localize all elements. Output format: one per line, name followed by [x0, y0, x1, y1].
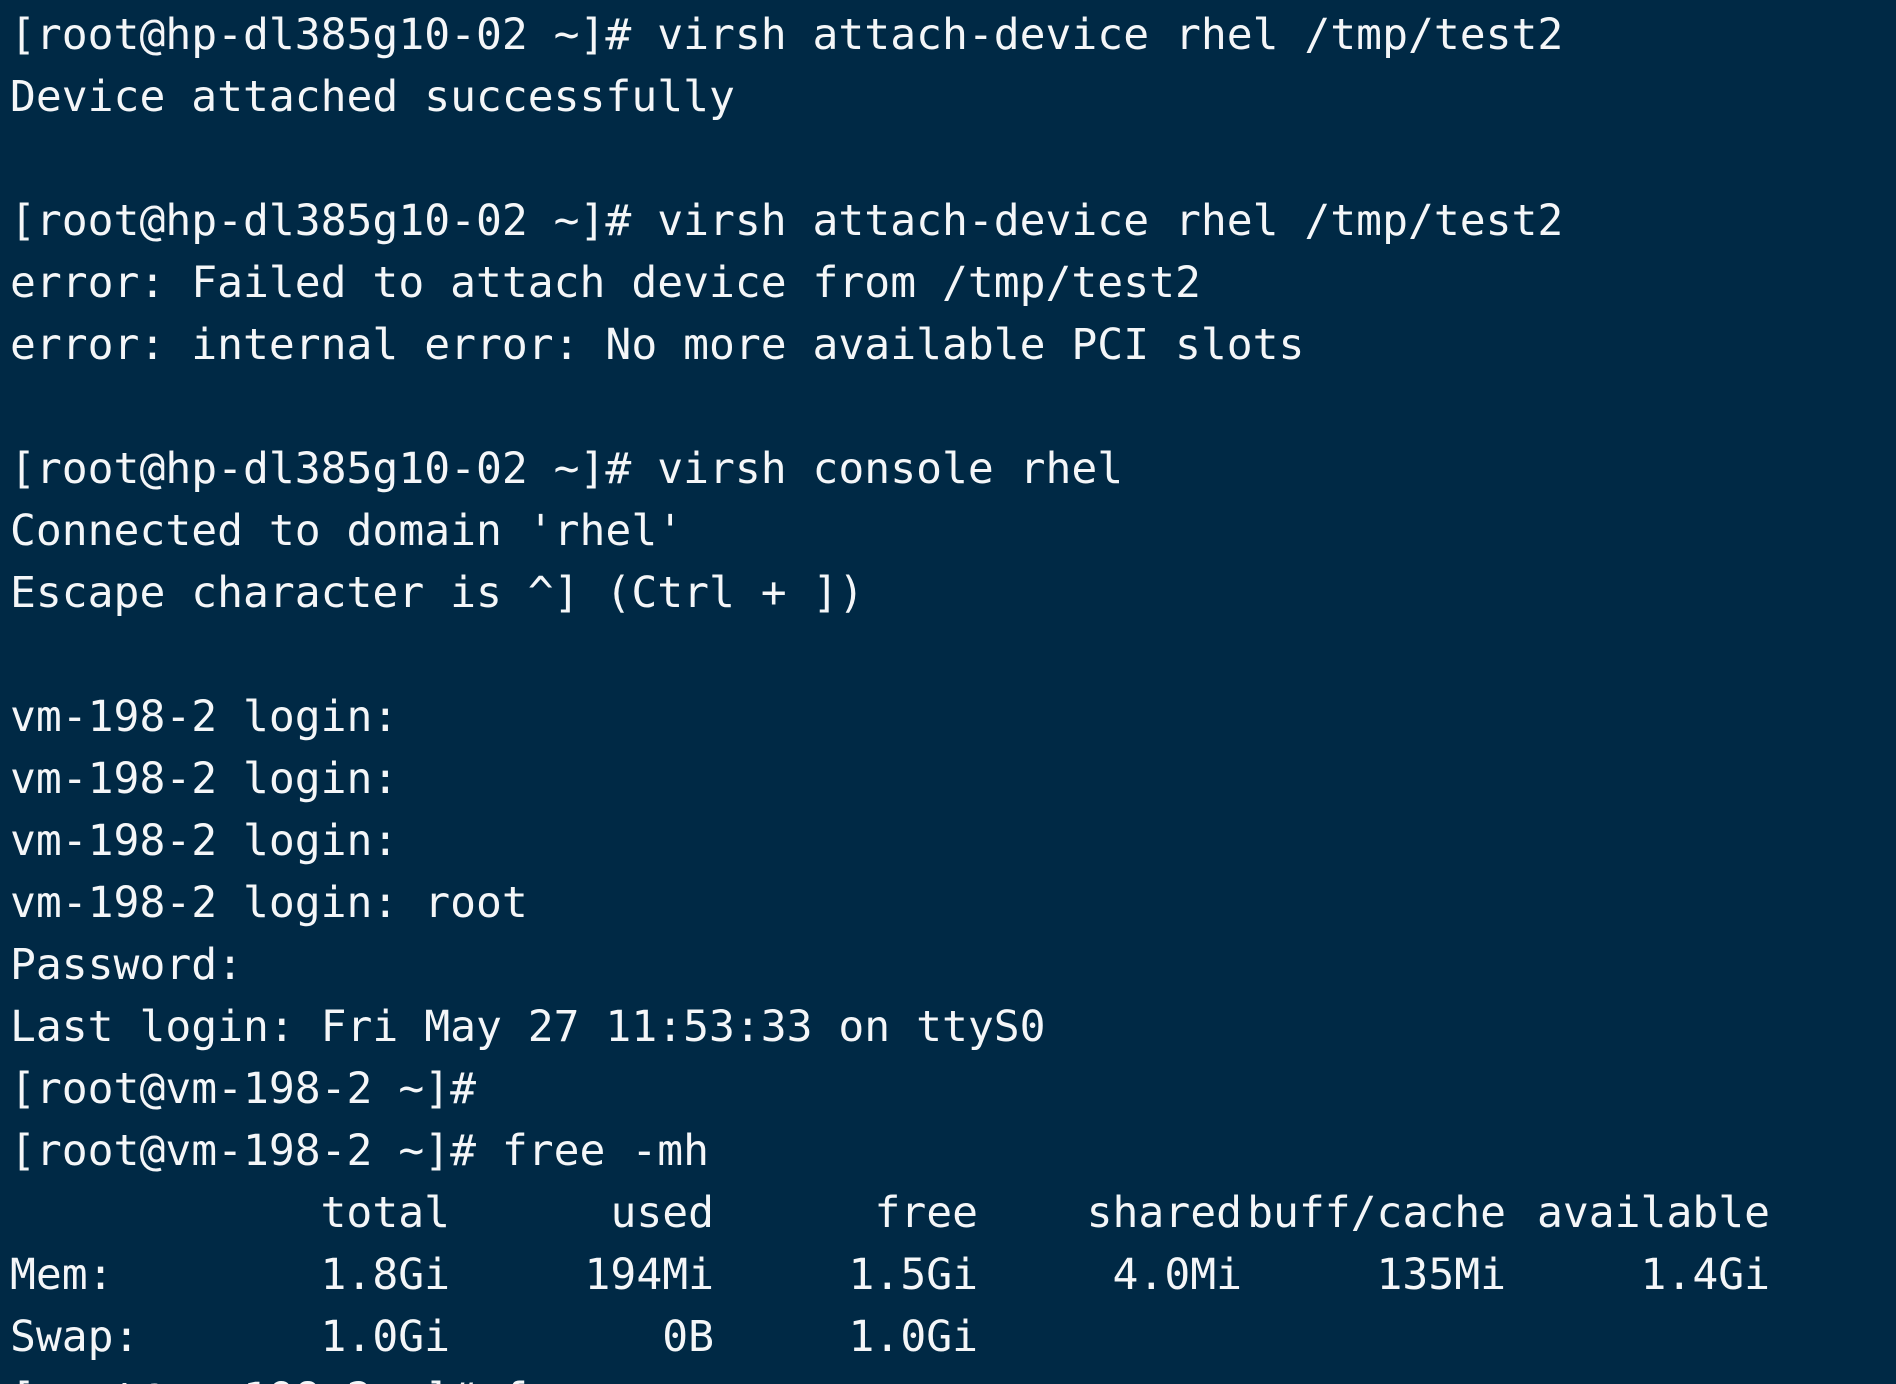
terminal-line: vm-198-2 login: — [10, 692, 399, 742]
free-header-free: free — [874, 1188, 978, 1238]
free-mem-available: 1.4Gi — [1640, 1250, 1770, 1300]
free-row-swap-label: Swap: — [10, 1312, 140, 1362]
free-header-shared: shared — [1086, 1188, 1242, 1238]
free-swap-free: 1.0Gi — [848, 1312, 978, 1362]
terminal-line: [root@hp-dl385g10-02 ~]# virsh console r… — [10, 444, 1124, 494]
free-mem-used: 194Mi — [584, 1250, 714, 1300]
terminal-line: [root@hp-dl385g10-02 ~]# virsh attach-de… — [10, 10, 1564, 60]
free-mem-buff-cache: 135Mi — [1376, 1250, 1506, 1300]
free-mem-free: 1.5Gi — [848, 1250, 978, 1300]
terminal-window[interactable]: [root@hp-dl385g10-02 ~]# virsh attach-de… — [0, 0, 1896, 1384]
terminal-line: vm-198-2 login: root — [10, 878, 528, 928]
free-header-buff-cache: buff/cache — [1247, 1188, 1506, 1238]
terminal-line: [root@vm-198-2 ~]# — [10, 1064, 476, 1114]
terminal-line: Device attached successfully — [10, 72, 735, 122]
terminal-line: Escape character is ^] (Ctrl + ]) — [10, 568, 865, 618]
free-mem-total: 1.8Gi — [320, 1250, 450, 1300]
free-mem-shared: 4.0Mi — [1112, 1250, 1242, 1300]
terminal-line: vm-198-2 login: — [10, 754, 399, 804]
terminal-line: error: internal error: No more available… — [10, 320, 1305, 370]
terminal-line: [root@vm-198-2 ~]# free -mh — [10, 1126, 709, 1176]
terminal-line: [root@hp-dl385g10-02 ~]# virsh attach-de… — [10, 196, 1564, 246]
terminal-line: Connected to domain 'rhel' — [10, 506, 684, 556]
free-row-mem-label: Mem: — [10, 1250, 114, 1300]
terminal-line: vm-198-2 login: — [10, 816, 399, 866]
free-header-total: total — [320, 1188, 450, 1238]
free-swap-total: 1.0Gi — [320, 1312, 450, 1362]
free-header-available: available — [1537, 1188, 1770, 1238]
terminal-prompt-partial: [root@vm-198-2 ~]# f — [10, 1368, 528, 1384]
terminal-line: Last login: Fri May 27 11:53:33 on ttyS0 — [10, 1002, 1046, 1052]
free-swap-used: 0B — [662, 1312, 714, 1362]
free-header-used: used — [610, 1188, 714, 1238]
terminal-line: error: Failed to attach device from /tmp… — [10, 258, 1201, 308]
terminal-line: Password: — [10, 940, 243, 990]
